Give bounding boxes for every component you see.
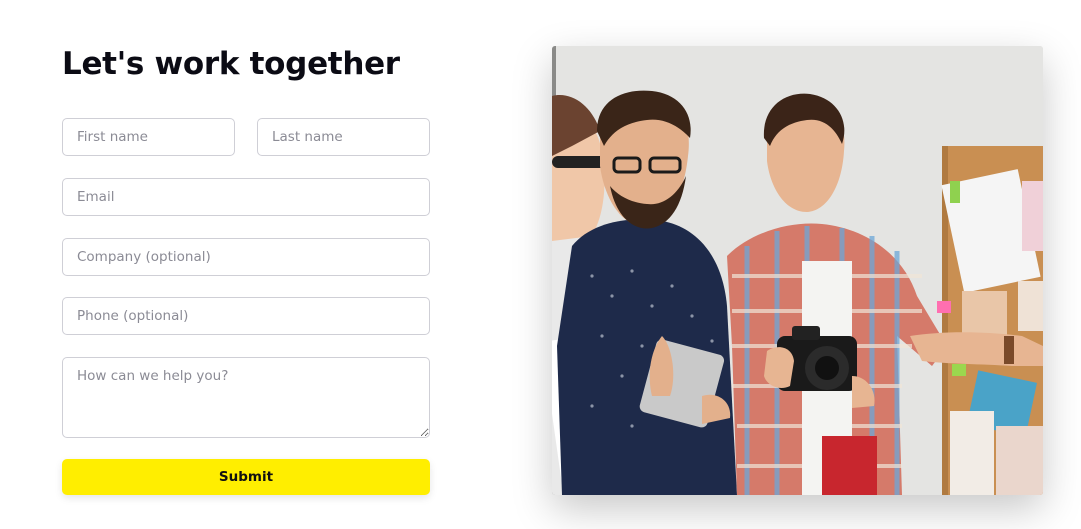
email-input[interactable] — [62, 178, 430, 216]
team-photo — [552, 46, 1043, 495]
first-name-input[interactable] — [62, 118, 235, 156]
team-photo-illustration — [552, 46, 1043, 495]
message-textarea[interactable] — [62, 357, 430, 438]
company-input[interactable] — [62, 238, 430, 276]
phone-input[interactable] — [62, 297, 430, 335]
contact-page: Let's work together Submit — [0, 0, 1081, 529]
submit-button[interactable]: Submit — [62, 459, 430, 495]
last-name-input[interactable] — [257, 118, 430, 156]
page-title: Let's work together — [62, 46, 400, 82]
